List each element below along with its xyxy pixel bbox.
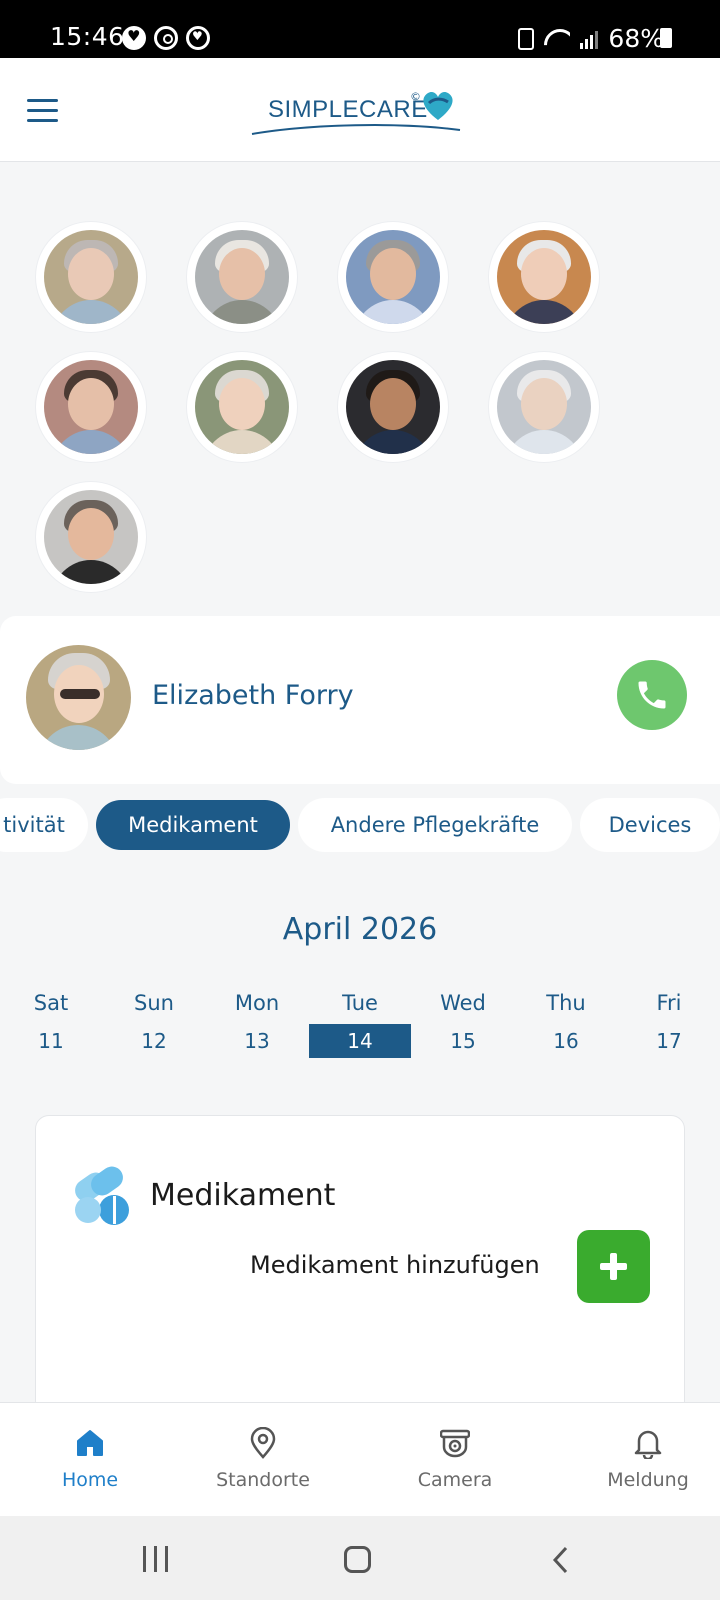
day-name: Wed <box>440 991 486 1015</box>
wifi-icon <box>544 29 570 49</box>
app-header: SIMPLECARE © <box>0 58 720 162</box>
calendar-month-title: April 2026 <box>282 912 438 947</box>
nav-home[interactable]: Home <box>0 1403 180 1517</box>
resident-photo <box>346 230 440 324</box>
day-sun[interactable]: Sun 12 <box>103 988 205 1058</box>
day-number: 14 <box>309 1024 411 1058</box>
signal-icon <box>580 29 599 49</box>
status-bar: 15:46 68% <box>0 0 720 58</box>
tab-label: Devices <box>608 813 692 837</box>
hamburger-menu-icon[interactable] <box>27 99 58 123</box>
battery-icon <box>660 28 672 48</box>
bell-icon <box>634 1430 662 1459</box>
day-name: Fri <box>656 991 682 1015</box>
nav-home-label: Home <box>61 1469 119 1491</box>
day-number: 13 <box>244 1029 270 1053</box>
tab-devices[interactable]: Devices <box>580 798 720 852</box>
resident-photo <box>195 360 289 454</box>
tab-aktivitaet[interactable]: tivität <box>0 798 88 852</box>
resident-avatar[interactable] <box>338 222 448 332</box>
day-name: Sun <box>134 991 174 1015</box>
resident-photo <box>346 360 440 454</box>
day-mon[interactable]: Mon 13 <box>206 988 308 1058</box>
day-name: Mon <box>234 991 280 1015</box>
resident-avatar[interactable] <box>187 222 297 332</box>
day-number: 12 <box>141 1029 167 1053</box>
day-wed[interactable]: Wed 15 <box>412 988 514 1058</box>
day-fri[interactable]: Fri 17 <box>618 988 720 1058</box>
selected-patient-card <box>0 616 720 784</box>
call-button[interactable] <box>617 660 687 730</box>
nav-meldung-label: Meldung <box>607 1469 689 1491</box>
bottom-navigation: Home Standorte Camera Meldung <box>0 1402 720 1516</box>
tab-label: tivität <box>3 813 65 837</box>
back-icon[interactable] <box>552 1546 568 1574</box>
resident-photo <box>497 360 591 454</box>
resident-avatar[interactable] <box>36 482 146 592</box>
nav-standorte-label: Standorte <box>216 1469 310 1491</box>
day-tue[interactable]: Tue 14 <box>309 988 411 1058</box>
add-medication-label: Medikament hinzufügen <box>250 1251 540 1279</box>
resident-photo <box>497 230 591 324</box>
location-pin-icon <box>250 1427 276 1459</box>
lock-icon <box>518 27 535 50</box>
status-right-group: 68% <box>518 24 664 53</box>
resident-avatar[interactable] <box>489 222 599 332</box>
resident-avatar[interactable] <box>36 352 146 462</box>
resident-avatar[interactable] <box>187 352 297 462</box>
app-notification-icon <box>186 26 210 50</box>
resident-photo <box>44 360 138 454</box>
day-number: 15 <box>450 1029 476 1053</box>
nav-standorte[interactable]: Standorte <box>173 1403 353 1517</box>
tab-label: Andere Pflegekräfte <box>330 813 540 837</box>
nav-camera[interactable]: Camera <box>365 1403 545 1517</box>
day-name: Tue <box>342 991 378 1015</box>
nav-meldung[interactable]: Meldung <box>558 1403 720 1517</box>
status-time: 15:46 <box>50 22 125 51</box>
recents-icon[interactable] <box>143 1546 169 1572</box>
day-number: 17 <box>656 1029 682 1053</box>
logo-swoosh <box>251 124 461 135</box>
tab-andere-pflegekraefte[interactable]: Andere Pflegekräfte <box>298 798 572 852</box>
logo-text: SIMPLECARE <box>268 96 428 123</box>
resident-avatar[interactable] <box>338 352 448 462</box>
resident-photo <box>44 230 138 324</box>
system-home-icon[interactable] <box>344 1546 371 1573</box>
nav-camera-label: Camera <box>417 1469 493 1491</box>
day-number: 11 <box>38 1029 64 1053</box>
phone-icon <box>638 681 666 709</box>
logo-heart-icon <box>423 91 453 120</box>
tab-label: Medikament <box>128 813 258 837</box>
medication-title: Medikament <box>150 1178 336 1213</box>
day-name: Sat <box>33 991 69 1015</box>
resident-avatar[interactable] <box>489 352 599 462</box>
day-number: 16 <box>553 1029 579 1053</box>
pills-icon <box>75 1166 129 1225</box>
patient-avatar[interactable] <box>26 645 131 750</box>
system-navigation-bar <box>0 1516 720 1600</box>
patient-name: Elizabeth Forry <box>152 680 354 711</box>
resident-photo <box>44 490 138 584</box>
day-name: Thu <box>546 991 586 1015</box>
tab-medikament[interactable]: Medikament <box>96 800 290 850</box>
day-thu[interactable]: Thu 16 <box>515 988 617 1058</box>
simplecare-notification-icon <box>122 26 146 50</box>
resident-avatar[interactable] <box>36 222 146 332</box>
whatsapp-icon <box>154 26 178 50</box>
day-sat[interactable]: Sat 11 <box>0 988 102 1058</box>
add-medication-button[interactable] <box>577 1230 650 1303</box>
home-icon <box>77 1430 103 1456</box>
simplecare-logo: SIMPLECARE © <box>250 86 470 136</box>
resident-photo <box>195 230 289 324</box>
battery-percent: 68% <box>608 24 664 53</box>
section-tabs: tivität Medikament Andere Pflegekräfte D… <box>0 798 720 854</box>
camera-icon <box>440 1429 470 1458</box>
